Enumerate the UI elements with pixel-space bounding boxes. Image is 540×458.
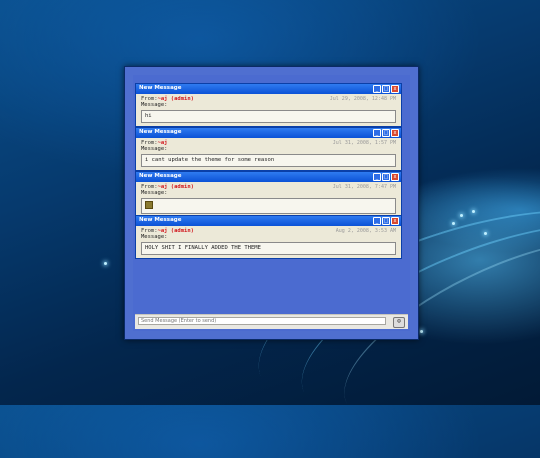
background-sparkle bbox=[484, 232, 487, 235]
close-button[interactable]: x bbox=[391, 85, 399, 93]
send-icon: ☺ bbox=[397, 318, 401, 325]
message-titlebar[interactable]: New Message _ □ x bbox=[136, 128, 401, 138]
message-text: hi bbox=[141, 110, 396, 123]
close-button[interactable]: x bbox=[391, 173, 399, 181]
message-date: Jul 31, 2008, 1:57 PM bbox=[332, 140, 396, 146]
message-window: New Message _ □ x From:~aj (admin) Aug 2… bbox=[135, 215, 402, 259]
background-sparkle bbox=[452, 222, 455, 225]
message-text bbox=[141, 198, 396, 214]
maximize-button[interactable]: □ bbox=[382, 173, 390, 181]
message-title: New Message bbox=[139, 217, 182, 223]
background-sparkle bbox=[460, 214, 463, 217]
message-titlebar[interactable]: New Message _ □ x bbox=[136, 172, 401, 182]
message-label: Message: bbox=[141, 234, 168, 240]
close-button[interactable]: x bbox=[391, 129, 399, 137]
message-title: New Message bbox=[139, 129, 182, 135]
message-window: New Message _ □ x From:~aj (admin) Jul 2… bbox=[135, 83, 402, 127]
message-date: Aug 2, 2008, 3:53 AM bbox=[335, 228, 396, 234]
message-window: New Message _ □ x From:~aj Jul 31, 2008,… bbox=[135, 127, 402, 171]
message-input[interactable] bbox=[138, 317, 386, 325]
message-label: Message: bbox=[141, 190, 168, 196]
background-sparkle bbox=[420, 330, 423, 333]
maximize-button[interactable]: □ bbox=[382, 85, 390, 93]
message-label: Message: bbox=[141, 146, 168, 152]
send-button[interactable]: ☺ bbox=[393, 317, 405, 328]
maximize-button[interactable]: □ bbox=[382, 129, 390, 137]
message-date: Jul 29, 2008, 12:48 PM bbox=[329, 96, 396, 102]
minimize-button[interactable]: _ bbox=[373, 129, 381, 137]
maximize-button[interactable]: □ bbox=[382, 217, 390, 225]
minimize-button[interactable]: _ bbox=[373, 217, 381, 225]
message-title: New Message bbox=[139, 85, 182, 91]
composer-bar: ☺ bbox=[135, 314, 408, 329]
background-sparkle bbox=[472, 210, 475, 213]
message-label: Message: bbox=[141, 102, 168, 108]
message-panel: x New Message _ □ x From:~aj (admin) Jul… bbox=[124, 66, 419, 340]
minimize-button[interactable]: _ bbox=[373, 173, 381, 181]
message-date: Jul 31, 2008, 7:47 PM bbox=[332, 184, 396, 190]
message-titlebar[interactable]: New Message _ □ x bbox=[136, 216, 401, 226]
message-text: HOLY SHIT I FINALLY ADDED THE THEME bbox=[141, 242, 396, 255]
message-title: New Message bbox=[139, 173, 182, 179]
minimize-button[interactable]: _ bbox=[373, 85, 381, 93]
message-text: i cant update the theme for some reason bbox=[141, 154, 396, 167]
message-list: New Message _ □ x From:~aj (admin) Jul 2… bbox=[133, 75, 410, 331]
emoji-icon bbox=[145, 201, 153, 209]
background-sparkle bbox=[104, 262, 107, 265]
message-window: New Message _ □ x From:~aj (admin) Jul 3… bbox=[135, 171, 402, 218]
message-titlebar[interactable]: New Message _ □ x bbox=[136, 84, 401, 94]
close-button[interactable]: x bbox=[391, 217, 399, 225]
